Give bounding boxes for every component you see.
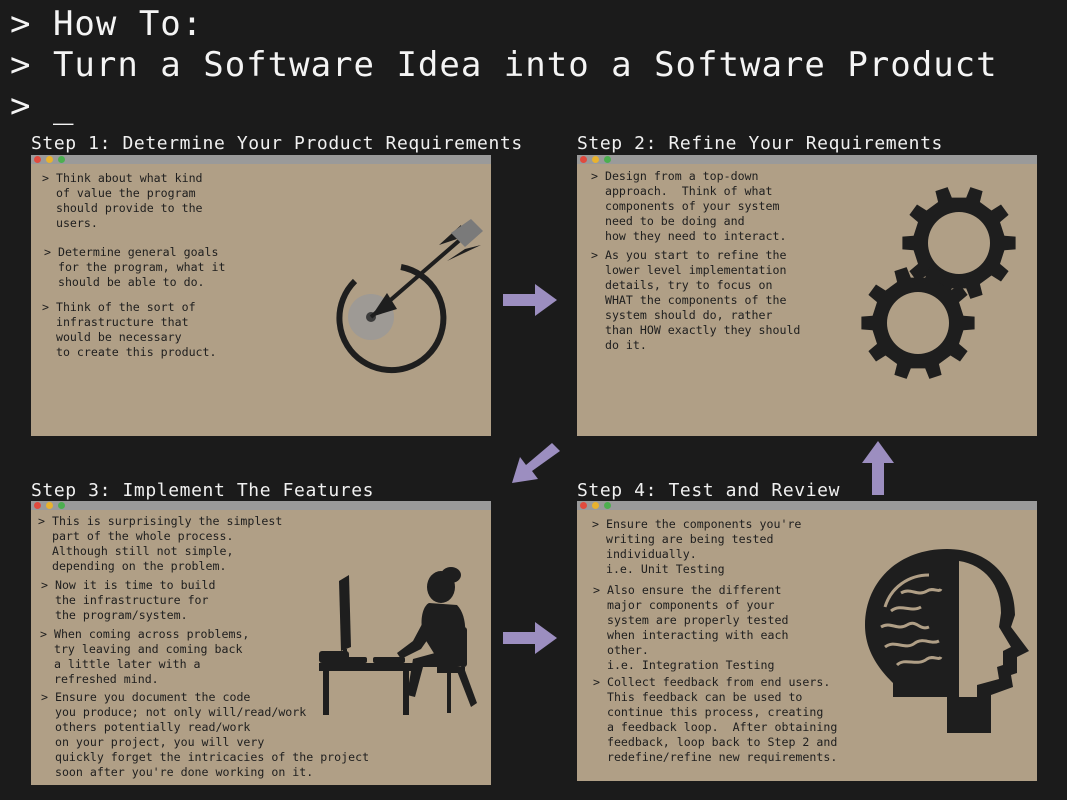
step-2-titlebar xyxy=(577,155,1037,164)
step-4-bullet-1: > Ensure the components you're writing a… xyxy=(592,517,802,576)
close-dot-icon xyxy=(580,502,587,509)
step-1-titlebar xyxy=(31,155,491,164)
close-dot-icon xyxy=(34,502,41,509)
arrow-step1-to-step2-icon xyxy=(503,284,557,316)
arrow-step2-to-step3-icon xyxy=(512,443,560,483)
step-3-title: Step 3: Implement The Features xyxy=(31,480,375,501)
gears-icon xyxy=(861,187,1016,379)
step-3-titlebar xyxy=(31,501,491,510)
header-line-howto: > How To: xyxy=(10,4,204,44)
step-2-title: Step 2: Refine Your Requirements xyxy=(577,133,943,154)
arrow-step4-to-step2-icon xyxy=(862,441,894,495)
minimize-dot-icon xyxy=(46,502,53,509)
head-lightbulb-icon xyxy=(865,549,1029,733)
minimize-dot-icon xyxy=(592,502,599,509)
step-2-bullet-1: > Design from a top-down approach. Think… xyxy=(591,169,787,243)
header-line-cursor: > _ xyxy=(10,86,75,126)
step-1-bullet-2: > Determine general goals for the progra… xyxy=(44,245,226,289)
step-4-titlebar xyxy=(577,501,1037,510)
step-1-panel: > Think about what kind of value the pro… xyxy=(31,155,491,436)
maximize-dot-icon xyxy=(604,156,611,163)
step-3-panel: > This is surprisingly the simplest part… xyxy=(31,501,491,785)
step-3-bullet-3: > When coming across problems, try leavi… xyxy=(40,627,250,686)
step-3-bullet-2: > Now it is time to build the infrastruc… xyxy=(41,578,216,622)
minimize-dot-icon xyxy=(46,156,53,163)
step-1-bullet-1: > Think about what kind of value the pro… xyxy=(42,171,203,230)
step-4-bullet-3: > Collect feedback from end users. This … xyxy=(593,675,838,764)
step-2-panel: > Design from a top-down approach. Think… xyxy=(577,155,1037,436)
close-dot-icon xyxy=(34,156,41,163)
maximize-dot-icon xyxy=(58,156,65,163)
header-line-title: > Turn a Software Idea into a Software P… xyxy=(10,45,998,85)
step-1-bullet-3: > Think of the sort of infrastructure th… xyxy=(42,300,217,359)
maximize-dot-icon xyxy=(604,502,611,509)
step-4-bullet-2: > Also ensure the different major compon… xyxy=(593,583,789,672)
close-dot-icon xyxy=(580,156,587,163)
step-1-title: Step 1: Determine Your Product Requireme… xyxy=(31,133,523,154)
step-4-title: Step 4: Test and Review xyxy=(577,480,841,501)
minimize-dot-icon xyxy=(592,156,599,163)
arrow-step3-to-step4-icon xyxy=(503,622,557,654)
step-2-bullet-2: > As you start to refine the lower level… xyxy=(591,248,801,352)
person-at-computer-icon xyxy=(319,567,477,715)
maximize-dot-icon xyxy=(58,502,65,509)
target-arrow-icon xyxy=(336,219,483,374)
step-3-bullet-1: > This is surprisingly the simplest part… xyxy=(38,514,283,573)
step-4-panel: > Ensure the components you're writing a… xyxy=(577,501,1037,781)
